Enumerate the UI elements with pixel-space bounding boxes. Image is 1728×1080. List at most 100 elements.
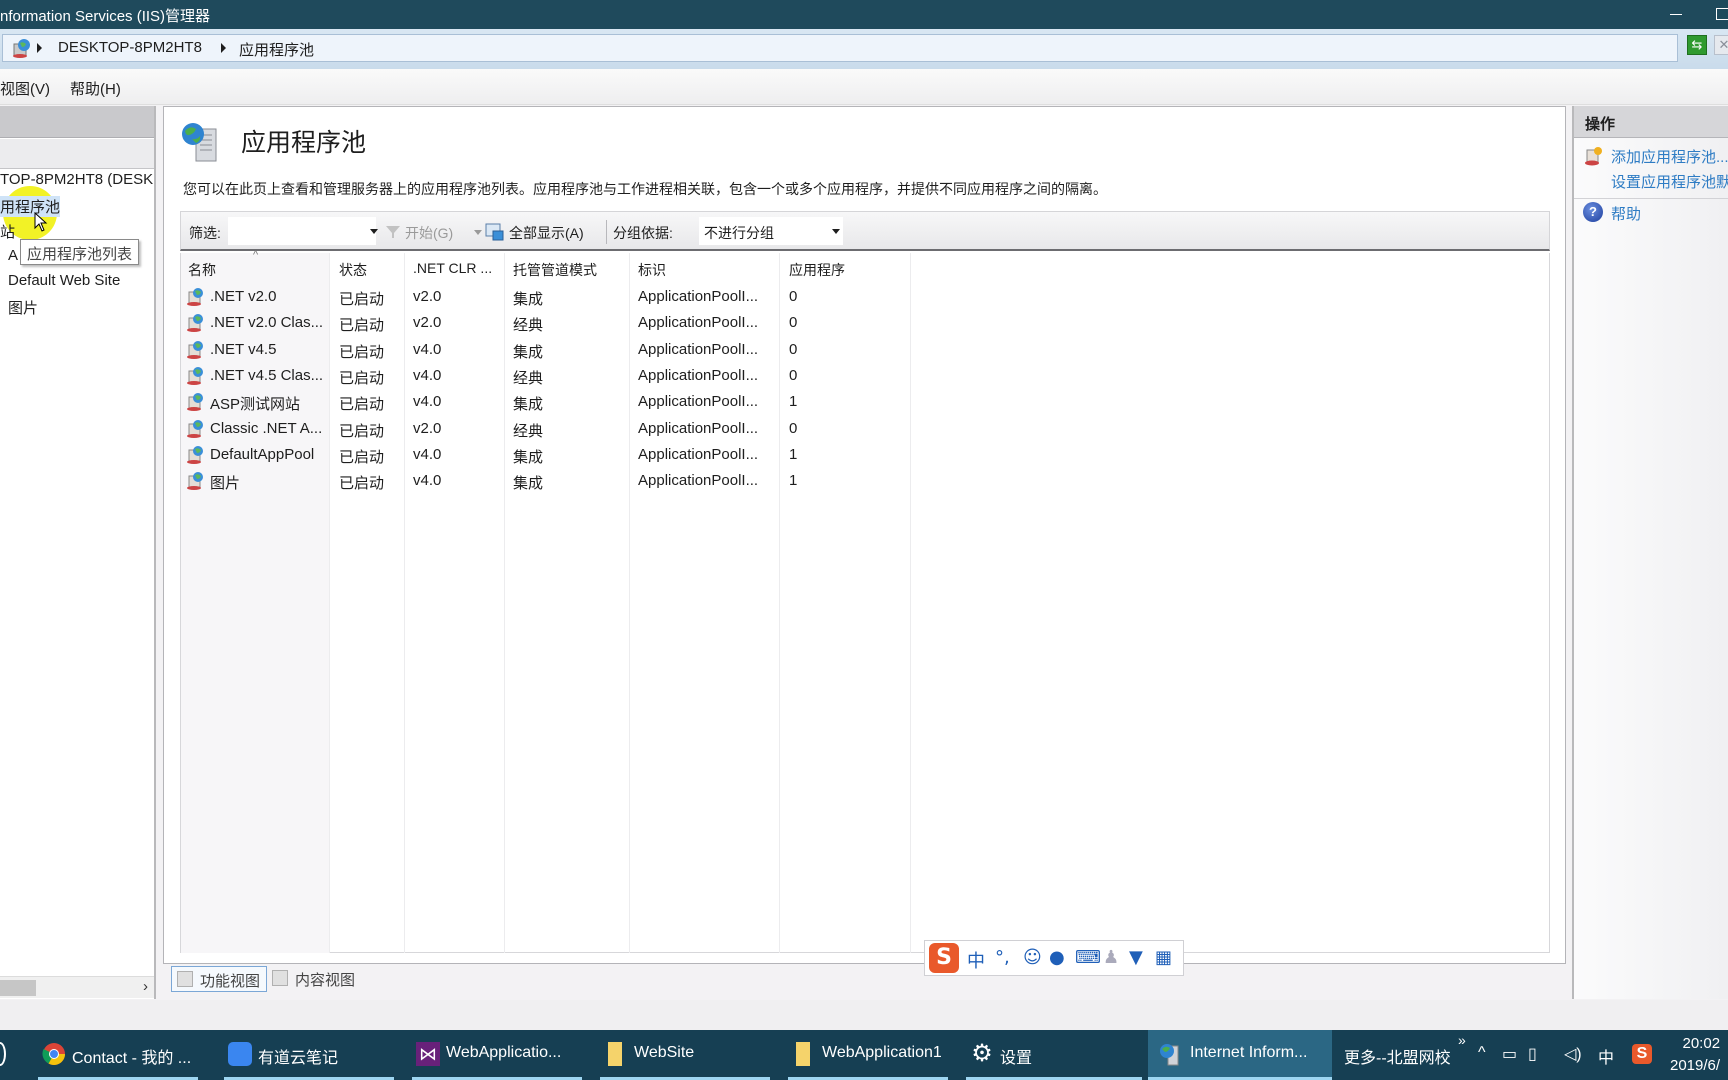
column-header-clr[interactable]: .NET CLR ... bbox=[413, 260, 492, 276]
connections-hscrollbar[interactable]: › bbox=[0, 976, 154, 998]
sogou-tray-icon[interactable]: S bbox=[1632, 1044, 1652, 1064]
app-pool-row-icon bbox=[187, 419, 203, 438]
set-app-pool-defaults-link[interactable]: 设置应用程序池默认设置... bbox=[1611, 171, 1728, 192]
breadcrumb-app-pools[interactable]: 应用程序池 bbox=[239, 39, 314, 60]
toolbar-separator bbox=[606, 220, 607, 244]
column-header-pipeline[interactable]: 托管管道模式 bbox=[513, 260, 597, 280]
cell-pipeline-mode: 集成 bbox=[513, 448, 544, 466]
table-row[interactable]: .NET v2.0 Clas... 已启动 v2.0 经典 ApplicationPoo… bbox=[181, 309, 911, 335]
column-header-status[interactable]: 状态 bbox=[339, 260, 367, 280]
task-label: 有道云笔记 bbox=[258, 1050, 339, 1067]
cell-status: 已启动 bbox=[339, 343, 385, 361]
cell-clr-version: v4.0 bbox=[413, 366, 442, 384]
taskbar-item-settings[interactable]: ⚙ 设置 bbox=[966, 1030, 1142, 1080]
add-app-pool-link[interactable]: 添加应用程序池... bbox=[1611, 146, 1728, 167]
volume-icon[interactable]: ◁) bbox=[1564, 1044, 1582, 1064]
cell-name: .NET v2.0 Clas... bbox=[210, 314, 324, 332]
stop-button[interactable]: ✕ bbox=[1714, 35, 1728, 55]
ime-keyboard-icon[interactable]: ⌨ bbox=[1075, 947, 1101, 968]
group-by-dropdown-icon[interactable] bbox=[832, 229, 840, 234]
taskbar-item-visual-studio[interactable]: ⋈ WebApplicatio... bbox=[412, 1030, 582, 1080]
show-hidden-icons-chevron[interactable]: ^ bbox=[1478, 1044, 1486, 1062]
table-row[interactable]: .NET v2.0 已启动 v2.0 集成 ApplicationPoolI... 0 bbox=[181, 283, 911, 309]
tab-content-view[interactable]: 内容视图 bbox=[267, 966, 361, 992]
table-row[interactable]: .NET v4.5 已启动 v4.0 集成 ApplicationPoolI... 0 bbox=[181, 336, 911, 362]
cell-status: 已启动 bbox=[339, 317, 385, 335]
taskbar-more-link[interactable]: 更多--北盟网校 bbox=[1344, 1044, 1451, 1068]
breadcrumb-server[interactable]: DESKTOP-8PM2HT8 bbox=[58, 39, 202, 56]
tab-features-view[interactable]: 功能视图 bbox=[171, 966, 268, 992]
column-header-name[interactable]: 名称 bbox=[188, 260, 216, 280]
network-icon[interactable]: ▯ bbox=[1528, 1044, 1537, 1064]
tree-item-pictures[interactable]: 图片 bbox=[8, 297, 38, 318]
cell-name: .NET v4.5 bbox=[210, 340, 277, 358]
tree-item-server[interactable]: TOP-8PM2HT8 (DESK bbox=[0, 171, 153, 188]
minimize-button[interactable] bbox=[1664, 4, 1688, 24]
cell-status: 已启动 bbox=[339, 396, 385, 414]
cell-status: 已启动 bbox=[339, 369, 385, 387]
table-row[interactable]: .NET v4.5 Clas... 已启动 v4.0 经典 ApplicationPoo… bbox=[181, 362, 911, 388]
filter-input[interactable] bbox=[228, 217, 376, 245]
help-link[interactable]: 帮助 bbox=[1611, 203, 1641, 224]
scrollbar-thumb[interactable] bbox=[0, 980, 36, 996]
ime-toolbox-icon[interactable]: ▦ bbox=[1155, 947, 1172, 968]
table-row[interactable]: 图片 已启动 v4.0 集成 ApplicationPoolI... 1 bbox=[181, 467, 911, 493]
tree-item-site-asp[interactable]: A bbox=[8, 247, 18, 264]
input-language-indicator[interactable]: 中 bbox=[1598, 1044, 1614, 1068]
battery-icon[interactable]: ▭ bbox=[1502, 1044, 1517, 1064]
show-all-button[interactable]: 全部显示(A) bbox=[509, 223, 584, 243]
app-pool-icon bbox=[182, 123, 217, 162]
cell-pipeline-mode: 集成 bbox=[513, 343, 544, 361]
help-icon: ? bbox=[1583, 202, 1603, 222]
task-label: Internet Inform... bbox=[1190, 1044, 1308, 1061]
menu-help[interactable]: 帮助(H) bbox=[70, 78, 121, 99]
add-app-pool-icon bbox=[1585, 147, 1602, 166]
column-header-applications[interactable]: 应用程序 bbox=[789, 260, 845, 280]
group-by-select[interactable]: 不进行分组 bbox=[699, 217, 843, 245]
refresh-button[interactable]: ⇆ bbox=[1687, 35, 1707, 55]
mouse-cursor-icon bbox=[34, 212, 48, 232]
taskbar-item-webapplication1-folder[interactable]: WebApplication1 bbox=[788, 1030, 958, 1080]
taskbar-overflow-chevron[interactable]: » bbox=[1458, 1032, 1466, 1048]
scroll-right-icon[interactable]: › bbox=[143, 978, 148, 995]
ime-voice-icon[interactable]: ● bbox=[1049, 947, 1065, 968]
address-bar[interactable]: DESKTOP-8PM2HT8 应用程序池 bbox=[2, 34, 1678, 62]
tree-item-app-pools[interactable]: 用程序池 bbox=[0, 196, 61, 217]
table-row[interactable]: Classic .NET A... 已启动 v2.0 经典 ApplicationPoo… bbox=[181, 415, 911, 441]
tree-item-default-web-site[interactable]: Default Web Site bbox=[8, 272, 120, 289]
ime-skin-icon[interactable]: ▼ bbox=[1129, 947, 1143, 968]
taskbar: Contact - 我的 ... 有道云笔记 ⋈ WebApplicatio..… bbox=[0, 1030, 1728, 1080]
filter-dropdown-icon[interactable] bbox=[370, 229, 378, 234]
maximize-button[interactable] bbox=[1716, 8, 1728, 20]
ime-punctuation[interactable]: °, bbox=[995, 947, 1010, 968]
ime-chinese-mode[interactable]: 中 bbox=[967, 947, 985, 973]
cell-applications: 0 bbox=[789, 419, 798, 437]
go-button[interactable]: 开始(G) bbox=[405, 223, 453, 243]
tree-item-sites[interactable]: 站 bbox=[0, 221, 15, 242]
taskbar-item-youdao-note[interactable]: 有道云笔记 bbox=[224, 1030, 394, 1080]
task-label: Contact - 我的 ... bbox=[72, 1050, 192, 1067]
table-row[interactable]: DefaultAppPool 已启动 v4.0 集成 ApplicationPoolI.… bbox=[181, 441, 911, 467]
cell-applications: 0 bbox=[789, 288, 798, 305]
cell-clr-version: v2.0 bbox=[413, 419, 442, 437]
page-title: 应用程序池 bbox=[241, 129, 367, 157]
go-dropdown-icon[interactable] bbox=[474, 230, 482, 235]
menu-view[interactable]: 视图(V) bbox=[0, 78, 50, 99]
clock[interactable]: 20:02 2019/6/ bbox=[1670, 1033, 1720, 1077]
cell-pipeline-mode: 经典 bbox=[513, 422, 544, 440]
cortana-icon[interactable] bbox=[0, 1042, 6, 1066]
clock-time: 20:02 bbox=[1682, 1035, 1721, 1052]
sogou-logo-icon[interactable]: S bbox=[929, 943, 959, 973]
ime-user-icon[interactable]: ♟ bbox=[1103, 947, 1119, 968]
taskbar-item-website-folder[interactable]: WebSite bbox=[600, 1030, 770, 1080]
table-row[interactable]: ASP测试网站 已启动 v4.0 集成 ApplicationPoolI... 1 bbox=[181, 388, 911, 414]
column-header-identity[interactable]: 标识 bbox=[638, 260, 666, 280]
taskbar-item-chrome[interactable]: Contact - 我的 ... bbox=[38, 1030, 198, 1080]
show-all-icon bbox=[485, 223, 504, 241]
actions-divider bbox=[1574, 198, 1728, 199]
taskbar-item-iis[interactable]: Internet Inform... bbox=[1148, 1030, 1332, 1080]
task-label: 设置 bbox=[1000, 1050, 1033, 1067]
ime-emoji-icon[interactable]: ☺ bbox=[1023, 947, 1042, 968]
iis-icon bbox=[1160, 1044, 1179, 1066]
cell-applications: 1 bbox=[789, 393, 798, 411]
